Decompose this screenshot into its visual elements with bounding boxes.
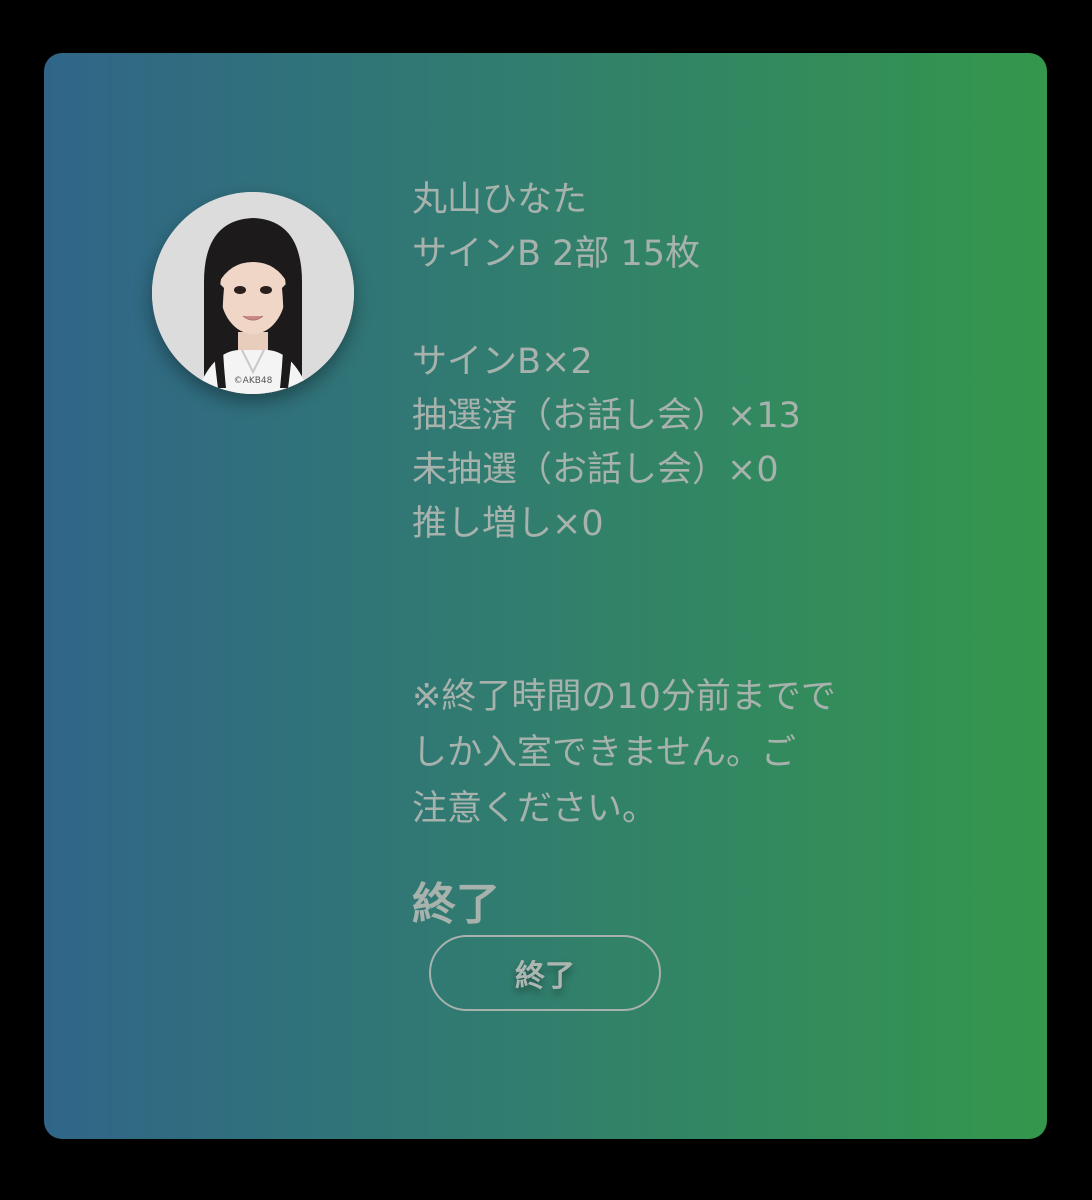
ticket-line: 抽選済（お話し会）×13 — [412, 396, 801, 436]
entry-notice: ※終了時間の10分前までで しか入室できません。ご 注意ください。 — [412, 669, 972, 837]
member-avatar: ©AKB48 — [152, 192, 354, 394]
session-card: ©AKB48 丸山ひなた サインB 2部 15枚 サインB×2 抽選済（お話し会… — [44, 53, 1047, 1139]
end-button[interactable]: 終了 — [429, 935, 661, 1011]
session-info: 丸山ひなた サインB 2部 15枚 サインB×2 抽選済（お話し会）×13 未抽… — [412, 173, 972, 551]
notice-line: しか入室できません。ご — [412, 733, 796, 773]
ticket-line: 推し増し×0 — [412, 504, 604, 544]
notice-line: 注意ください。 — [412, 789, 658, 829]
member-photo — [152, 192, 354, 394]
ticket-line: 未抽選（お話し会）×0 — [412, 450, 779, 490]
member-name: 丸山ひなた — [412, 180, 588, 220]
ticket-line: サインB×2 — [412, 342, 593, 382]
notice-line: ※終了時間の10分前までで — [412, 677, 836, 717]
photo-watermark: ©AKB48 — [233, 376, 273, 386]
session-summary: サインB 2部 15枚 — [412, 234, 701, 274]
status-label: 終了 — [412, 879, 500, 930]
